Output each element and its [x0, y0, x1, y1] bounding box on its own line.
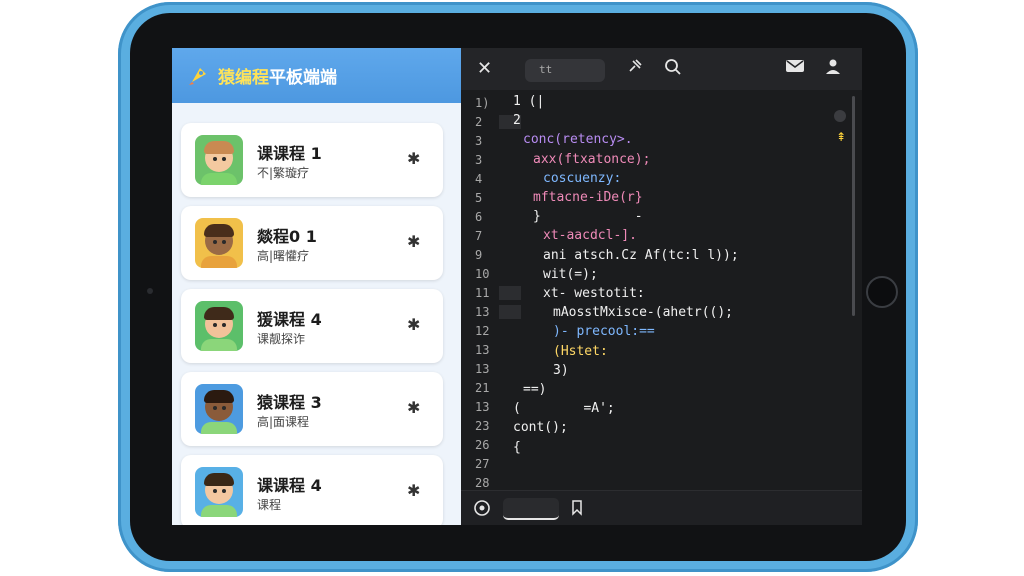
app-title-rest: 平板端端 — [269, 68, 337, 88]
avatar — [195, 384, 243, 434]
code-line: mftacne-iDe(r} — [533, 190, 643, 205]
camera-dot — [147, 288, 153, 294]
course-card[interactable]: 燚程0 1 高|曙懽疗 ✱ — [181, 206, 443, 280]
line-number: 13 — [475, 400, 490, 414]
editor-bottom-bar — [461, 490, 862, 525]
line-number: 10 — [475, 267, 490, 281]
app-title: 猿编程平板端端 — [218, 63, 337, 88]
line-number: 3 — [475, 153, 483, 167]
code-line: axx(ftxatonce); — [533, 151, 651, 167]
line-number: 6 — [475, 210, 483, 224]
code-line: )- precool:== — [553, 324, 655, 340]
line-number: 27 — [475, 457, 490, 471]
line-number: 28 — [475, 476, 490, 490]
bookmark-icon[interactable] — [571, 499, 583, 521]
rocket-logo-icon — [186, 64, 210, 88]
line-number: 13 — [475, 305, 490, 319]
course-title: 课课程 4 — [257, 476, 322, 495]
warning-arrow-icon[interactable]: ⇞ — [836, 130, 846, 144]
code-editor: ✕ tt 1) 2 3 3 4 5 6 7 9 10 11 13 12 13 13 21 13 23 26 27 28 … — [461, 48, 862, 525]
avatar — [195, 467, 243, 517]
app-header: 猿编程平板端端 — [172, 48, 461, 103]
remove-course-icon[interactable]: ✱ — [407, 149, 420, 168]
line-number: 23 — [475, 419, 490, 433]
avatar — [195, 135, 243, 185]
user-upload-icon[interactable] — [825, 58, 841, 81]
line-number: 12 — [475, 324, 490, 338]
close-icon[interactable]: ✕ — [477, 58, 492, 79]
app-title-highlight: 猿编程 — [218, 68, 269, 88]
line-number-gutter: 1) 2 3 3 4 5 6 7 9 10 11 13 12 13 13 21 13 23 26 27 28 — [461, 90, 521, 490]
code-line: wit(=); — [543, 266, 598, 282]
info-indicator-icon — [834, 110, 846, 122]
mail-icon[interactable] — [785, 58, 805, 79]
editor-tab[interactable]: tt — [525, 59, 605, 82]
course-card[interactable]: 猨课程 4 课靓探诈 ✱ — [181, 289, 443, 363]
line-number: 26 — [475, 438, 490, 452]
code-line: mAosstMxisce-(ahetr((); — [553, 305, 734, 321]
line-number: 9 — [475, 248, 483, 262]
course-subtitle: 高|面课程 — [257, 415, 310, 429]
line-number: 5 — [475, 191, 483, 205]
search-icon[interactable] — [664, 58, 682, 81]
line-number: 3 — [475, 134, 483, 148]
course-title: 燚程0 1 — [257, 227, 317, 246]
editor-toolbar: ✕ tt — [461, 48, 862, 90]
course-card[interactable]: 课课程 4 课程 ✱ — [181, 455, 443, 525]
course-subtitle: 课靓探诈 — [257, 332, 306, 346]
course-title: 课课程 1 — [257, 144, 322, 163]
line-number: 11 — [475, 286, 490, 300]
course-title: 猨课程 4 — [257, 310, 322, 329]
course-subtitle: 不|繁璇疗 — [257, 166, 310, 180]
course-card[interactable]: 课课程 1 不|繁璇疗 ✱ — [181, 123, 443, 197]
code-line: xt- westotit: — [543, 286, 645, 301]
code-line: } - — [533, 209, 643, 225]
line-number: 4 — [475, 172, 483, 186]
code-line: 2 — [513, 113, 521, 129]
course-title: 猿课程 3 — [257, 393, 322, 412]
code-line: cont(); — [513, 420, 568, 436]
line-number: 1) — [475, 96, 490, 110]
settings-circle-icon[interactable] — [473, 499, 491, 521]
line-number: 7 — [475, 229, 483, 243]
remove-course-icon[interactable]: ✱ — [407, 481, 420, 500]
code-line: 3) — [553, 362, 569, 378]
code-line: ani atsch.Cz Af(tc:l l)); — [543, 247, 739, 263]
code-line: { — [513, 439, 521, 455]
course-subtitle: 高|曙懽疗 — [257, 249, 310, 263]
line-number: 13 — [475, 362, 490, 376]
line-number: 13 — [475, 343, 490, 357]
line-number: 2 — [475, 115, 483, 129]
remove-course-icon[interactable]: ✱ — [407, 232, 420, 251]
remove-course-icon[interactable]: ✱ — [407, 315, 420, 334]
pin-icon[interactable] — [627, 58, 643, 79]
tablet-screen: 猿编程平板端端 课课程 1 不|繁璇疗 ✱ 燚程0 1 高|曙懽疗 ✱ 猨课程 4 课靓探诈 ✱… — [172, 48, 862, 525]
code-line: conc(retency>. — [523, 132, 633, 148]
remove-course-icon[interactable]: ✱ — [407, 398, 420, 417]
code-line: xt-aacdcl-]. — [543, 228, 637, 244]
course-subtitle: 课程 — [257, 498, 282, 512]
code-line: coscuenzy: — [543, 170, 622, 186]
course-list-panel: 猿编程平板端端 课课程 1 不|繁璇疗 ✱ 燚程0 1 高|曙懽疗 ✱ 猨课程 4 课靓探诈 ✱… — [172, 48, 461, 525]
bottom-input-field[interactable] — [503, 498, 559, 520]
line-number: 21 — [475, 381, 490, 395]
code-line: (Hstet: — [553, 343, 608, 359]
code-line: 1 (| — [513, 94, 545, 109]
home-button[interactable] — [866, 276, 898, 308]
code-line: ==) — [523, 382, 547, 397]
avatar — [195, 218, 243, 268]
course-card[interactable]: 猿课程 3 高|面课程 ✱ — [181, 372, 443, 446]
vertical-scrollbar[interactable] — [852, 96, 855, 316]
avatar — [195, 301, 243, 351]
code-line: ( =A'; — [513, 401, 615, 417]
